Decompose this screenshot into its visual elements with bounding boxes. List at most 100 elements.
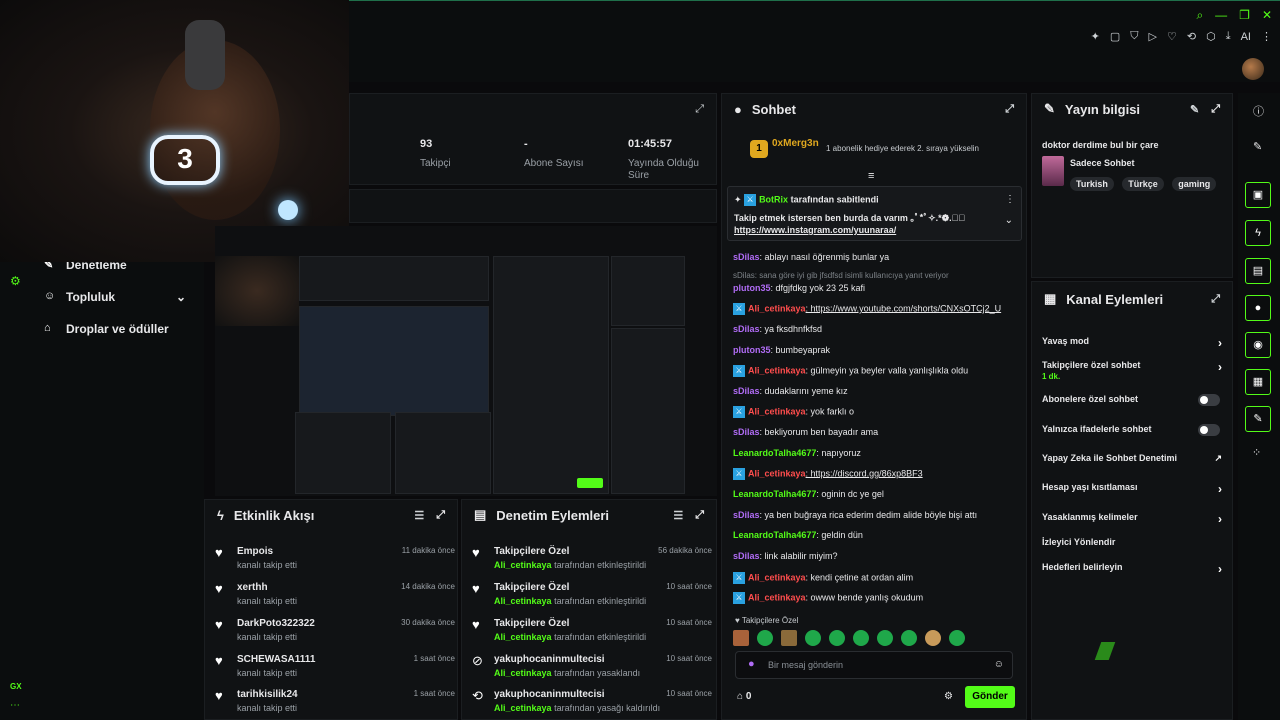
mod-user[interactable]: Ali_cetinkaya	[494, 632, 552, 642]
send-button[interactable]: Gönder	[965, 686, 1015, 708]
expand-icon[interactable]: ⤢	[1005, 103, 1014, 116]
emote-icon[interactable]	[733, 630, 749, 646]
chat-text[interactable]: : https://discord.gg/86xp8BF3	[806, 468, 923, 478]
chat-username[interactable]: Ali_cetinkaya	[748, 365, 806, 375]
chat-input[interactable]: ● Bir mesaj gönderin ☺	[735, 651, 1013, 679]
chat-username[interactable]: Ali_cetinkaya	[748, 572, 806, 582]
minimize-icon[interactable]: —	[1215, 8, 1227, 23]
goals-action[interactable]: Hedefleri belirleyin ›	[1042, 562, 1228, 576]
chat-username[interactable]: sDilas	[733, 386, 760, 396]
apps-icon[interactable]: ⁘	[1252, 446, 1261, 459]
slow-mode-action[interactable]: Yavaş mod ›	[1042, 336, 1228, 350]
emotes-only-toggle[interactable]	[1198, 424, 1220, 436]
edit-icon[interactable]: ✎	[1253, 140, 1262, 153]
chat-username[interactable]: sDilas	[733, 324, 760, 334]
expand-icon[interactable]: ⤢	[1211, 103, 1220, 116]
chat-username[interactable]: sDilas	[733, 510, 760, 520]
heart-icon[interactable]: ♡	[1167, 30, 1177, 43]
play-icon[interactable]: ▷	[1149, 30, 1157, 43]
restore-icon[interactable]: ❐	[1239, 8, 1250, 23]
chat-username[interactable]: LeanardoTalha4677	[733, 489, 816, 499]
avatar[interactable]	[1242, 58, 1264, 80]
chat-username[interactable]: Ali_cetinkaya	[748, 303, 806, 313]
chat-username[interactable]: LeanardoTalha4677	[733, 530, 816, 540]
pin-icon[interactable]: ✦	[1091, 30, 1100, 43]
emote-icon[interactable]	[877, 630, 893, 646]
mod-user[interactable]: Ali_cetinkaya	[494, 703, 552, 713]
pinned-link[interactable]: https://www.instagram.com/yuunaraa/	[734, 225, 896, 235]
tag[interactable]: Turkish	[1070, 177, 1114, 191]
filter-icon[interactable]: ☰	[414, 509, 424, 522]
settings-icon[interactable]: ⚙	[10, 274, 21, 288]
mod-user[interactable]: Ali_cetinkaya	[494, 560, 552, 570]
chat-username[interactable]: pluton35	[733, 345, 771, 355]
category-name[interactable]: Sadece Sohbet	[1070, 158, 1135, 168]
chat-username[interactable]: Ali_cetinkaya	[748, 468, 806, 478]
rail-button-tools[interactable]: ✎	[1245, 406, 1271, 432]
menu-icon[interactable]: ⋮	[1261, 30, 1272, 43]
category-thumbnail[interactable]	[1042, 156, 1064, 186]
tag[interactable]: gaming	[1172, 177, 1217, 191]
extensions-icon[interactable]: ⬡	[1206, 30, 1216, 43]
emote-icon[interactable]	[853, 630, 869, 646]
rail-button-broadcast[interactable]: ◉	[1245, 332, 1271, 358]
banned-words-action[interactable]: Yasaklanmış kelimeler ›	[1042, 512, 1228, 526]
top-gifter-name[interactable]: 0xMerg3n	[772, 138, 819, 149]
chat-username[interactable]: Ali_cetinkaya	[748, 406, 806, 416]
microphone-icon[interactable]: ●	[748, 658, 755, 670]
more-icon[interactable]: ⋯	[10, 700, 20, 711]
chevron-down-icon[interactable]: ⌄	[1005, 215, 1013, 226]
emote-icon[interactable]	[829, 630, 845, 646]
mod-user[interactable]: Ali_cetinkaya	[494, 596, 552, 606]
info-icon[interactable]: ⓘ	[1253, 103, 1264, 119]
emoji-icon[interactable]: ☺	[994, 659, 1004, 670]
emote-icon[interactable]	[781, 630, 797, 646]
chat-message: ⚔ Ali_cetinkaya: owww bende yanlış okudum	[733, 592, 923, 604]
close-icon[interactable]: ✕	[1262, 8, 1272, 23]
sidebar-item-droplar[interactable]: ⌂ Droplar ve ödüller	[44, 322, 169, 336]
emote-icon[interactable]	[949, 630, 965, 646]
subscribers-only-toggle[interactable]	[1198, 394, 1220, 406]
raid-action[interactable]: İzleyici Yönlendir	[1042, 537, 1228, 547]
sidebar-item-topluluk[interactable]: ☺ Topluluk ⌄	[44, 290, 186, 304]
chat-username[interactable]: Ali_cetinkaya	[748, 592, 806, 602]
chat-username[interactable]: pluton35	[733, 283, 771, 293]
expand-icon[interactable]: ⤢	[1211, 293, 1220, 306]
stream-preview[interactable]	[215, 226, 717, 496]
rail-button-moderation[interactable]: ▤	[1245, 258, 1271, 284]
collapse-icon[interactable]: ≡	[868, 170, 874, 182]
emote-icon[interactable]	[901, 630, 917, 646]
history-icon[interactable]: ⟲	[1187, 30, 1196, 43]
rail-button-screenshot[interactable]: ▣	[1245, 182, 1271, 208]
chat-settings-icon[interactable]: ⚙	[944, 691, 953, 702]
chat-username[interactable]: sDilas	[733, 252, 760, 262]
emote-icon[interactable]	[757, 630, 773, 646]
rail-button-chat[interactable]: ●	[1245, 295, 1271, 321]
more-icon[interactable]: ⋮	[1005, 194, 1015, 205]
ai-moderation-action[interactable]: Yapay Zeka ile Sohbet Denetimi ↗	[1042, 453, 1228, 463]
expand-icon[interactable]: ⤢	[695, 509, 704, 522]
mod-user[interactable]: Ali_cetinkaya	[494, 668, 552, 678]
download-icon[interactable]: ⤓	[1226, 30, 1231, 43]
points-display[interactable]: ⌂ 0	[737, 691, 751, 702]
edit-icon[interactable]: ✎	[1190, 103, 1199, 116]
expand-icon[interactable]: ⤢	[695, 103, 704, 116]
snapshot-icon[interactable]: ▢	[1110, 30, 1120, 43]
chat-text[interactable]: : https://www.youtube.com/shorts/CNXsOTC…	[806, 303, 1002, 313]
shield-icon[interactable]: ⛉	[1130, 30, 1138, 43]
pinned-user[interactable]: BotRix	[759, 194, 788, 204]
filter-icon[interactable]: ☰	[673, 509, 683, 522]
chat-username[interactable]: LeanardoTalha4677	[733, 448, 816, 458]
emote-icon[interactable]	[805, 630, 821, 646]
emote-icon[interactable]	[925, 630, 941, 646]
account-age-action[interactable]: Hesap yaşı kısıtlaması ›	[1042, 482, 1228, 496]
tag[interactable]: Türkçe	[1122, 177, 1164, 191]
search-icon[interactable]: ⌕	[1196, 8, 1203, 23]
chat-username[interactable]: sDilas	[733, 551, 760, 561]
followers-only-action[interactable]: Takipçilere özel sohbet › 1 dk.	[1042, 360, 1228, 381]
chat-username[interactable]: sDilas	[733, 427, 760, 437]
ai-icon[interactable]: AI	[1241, 31, 1251, 43]
expand-icon[interactable]: ⤢	[436, 509, 445, 522]
rail-button-channel[interactable]: ▦	[1245, 369, 1271, 395]
rail-button-events[interactable]: ϟ	[1245, 220, 1271, 246]
